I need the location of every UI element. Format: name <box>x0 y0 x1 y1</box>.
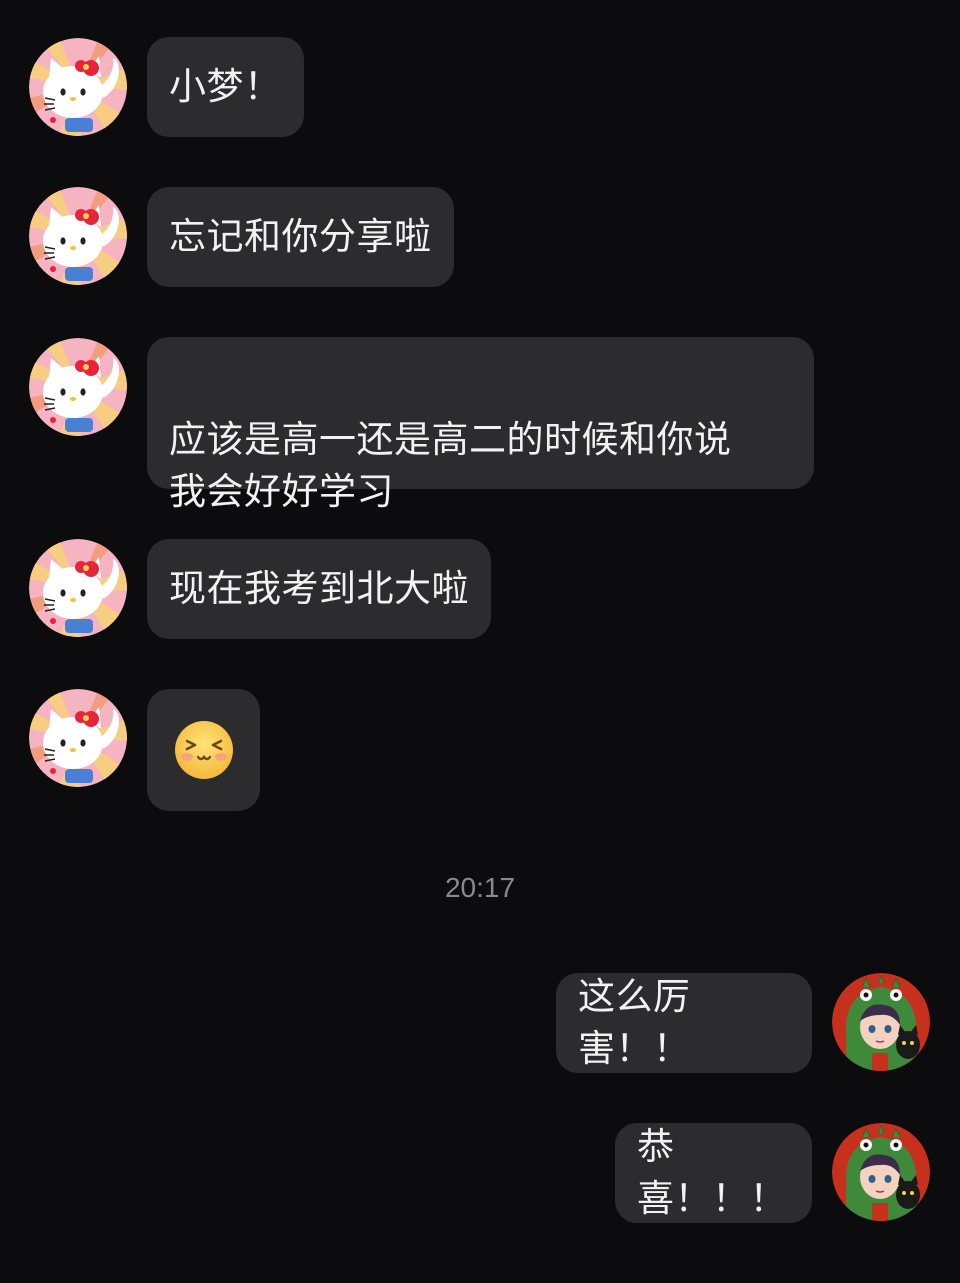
message-text: 现在我考到北大啦 <box>169 567 469 610</box>
message-bubble-outgoing[interactable]: 恭喜！！！ <box>615 1123 812 1223</box>
contact-avatar[interactable] <box>29 338 127 436</box>
anime-boy-dino-hoodie-avatar-icon <box>832 973 930 1071</box>
message-text: 小梦！ <box>169 65 282 108</box>
contact-avatar[interactable] <box>29 38 127 136</box>
hello-kitty-avatar-icon <box>29 38 127 136</box>
message-text: 应该是高一还是高二的时候和你说 我会好好学习 <box>169 418 732 513</box>
hello-kitty-avatar-icon <box>29 689 127 787</box>
contact-avatar[interactable] <box>29 689 127 787</box>
self-avatar[interactable] <box>832 1123 930 1221</box>
message-bubble-incoming[interactable]: 现在我考到北大啦 <box>147 539 491 639</box>
hello-kitty-avatar-icon <box>29 187 127 285</box>
hello-kitty-avatar-icon <box>29 539 127 637</box>
self-avatar[interactable] <box>832 973 930 1071</box>
contact-avatar[interactable] <box>29 539 127 637</box>
chat-timestamp: 20:17 <box>444 872 516 903</box>
message-text: 忘记和你分享啦 <box>169 215 432 258</box>
anime-boy-dino-hoodie-avatar-icon <box>832 1123 930 1221</box>
hello-kitty-avatar-icon <box>29 338 127 436</box>
message-text: 这么厉害！！ <box>578 975 691 1070</box>
message-bubble-outgoing[interactable]: 这么厉害！！ <box>556 973 812 1073</box>
message-bubble-incoming[interactable]: 小梦！ <box>147 37 304 137</box>
laughing-blush-emoji-icon <box>174 721 233 779</box>
contact-avatar[interactable] <box>29 187 127 285</box>
message-bubble-incoming[interactable]: 应该是高一还是高二的时候和你说 我会好好学习 <box>147 337 814 513</box>
message-text: 恭喜！！！ <box>637 1125 787 1220</box>
message-bubble-incoming[interactable] <box>147 689 260 811</box>
message-bubble-incoming[interactable]: 忘记和你分享啦 <box>147 187 454 287</box>
